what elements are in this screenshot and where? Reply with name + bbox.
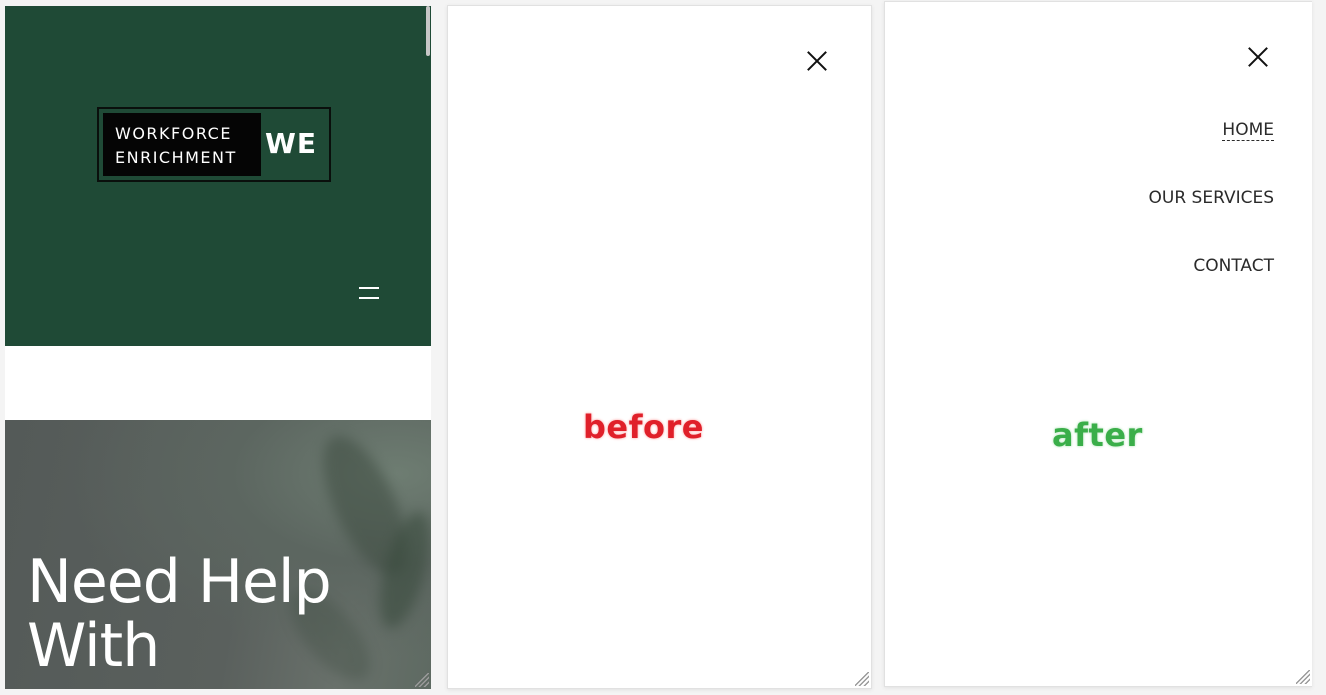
logo-mark: WE — [265, 127, 318, 160]
nav-item-our-services[interactable]: OUR SERVICES — [1149, 186, 1275, 254]
nav-item-contact[interactable]: CONTACT — [1149, 254, 1274, 322]
scrollbar-thumb[interactable] — [426, 6, 430, 56]
nav-menu: HOME OUR SERVICES CONTACT — [1149, 118, 1275, 322]
logo[interactable]: WORKFORCE ENRICHMENT WE — [97, 107, 331, 182]
website-viewport: WORKFORCE ENRICHMENT WE Need Help With — [5, 6, 431, 689]
resize-grip-icon[interactable] — [1296, 670, 1310, 684]
hero-image: Need Help With — [5, 420, 431, 689]
after-label: after — [1052, 416, 1143, 454]
before-label: before — [583, 408, 704, 446]
logo-text-box: WORKFORCE ENRICHMENT — [103, 113, 261, 176]
hamburger-menu-icon[interactable] — [357, 285, 381, 301]
close-icon[interactable] — [806, 50, 828, 72]
resize-grip-icon[interactable] — [855, 672, 869, 686]
nav-item-home[interactable]: HOME — [1149, 118, 1274, 186]
hamburger-bar — [359, 287, 379, 289]
spacer — [5, 346, 431, 420]
hero-title: Need Help With — [27, 547, 332, 681]
menu-drawer-after: HOME OUR SERVICES CONTACT after — [884, 1, 1312, 687]
menu-drawer-before: before — [447, 5, 872, 689]
resize-grip-icon[interactable] — [415, 673, 429, 687]
logo-line-1: WORKFORCE — [115, 124, 232, 143]
logo-line-2: ENRICHMENT — [115, 148, 237, 167]
site-header: WORKFORCE ENRICHMENT WE — [5, 6, 431, 346]
close-icon[interactable] — [1247, 46, 1269, 68]
hamburger-bar — [359, 297, 379, 299]
